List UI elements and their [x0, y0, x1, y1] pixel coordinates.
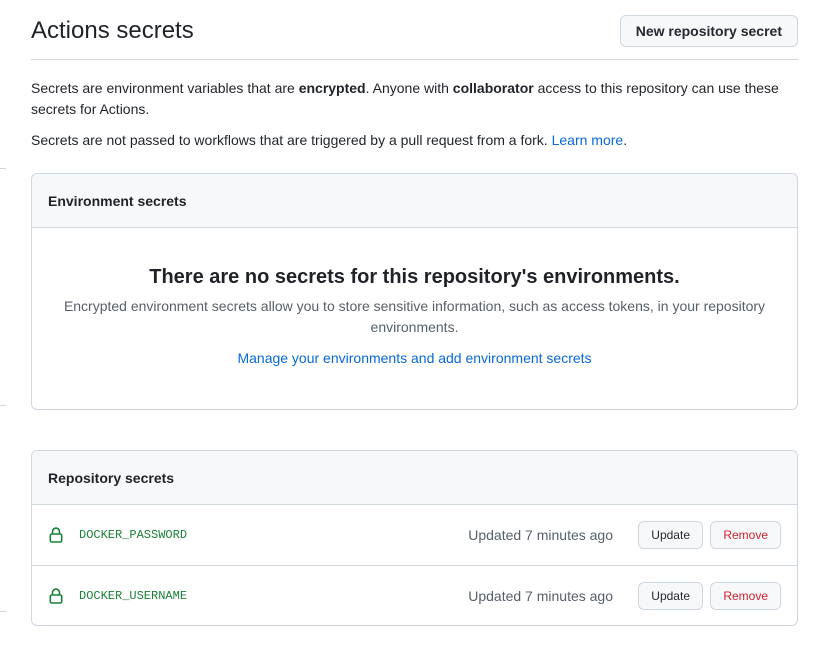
intro-text: Secrets are environment variables that a…: [31, 78, 781, 151]
secret-name: DOCKER_PASSWORD: [79, 528, 188, 542]
environment-secrets-box: Environment secrets There are no secrets…: [31, 173, 798, 410]
lock-icon: [49, 527, 63, 543]
intro-paragraph-encrypted: Secrets are environment variables that a…: [31, 78, 781, 120]
lock-icon: [49, 588, 63, 604]
new-repository-secret-button[interactable]: New repository secret: [619, 15, 798, 47]
secret-row: DOCKER_PASSWORD Updated 7 minutes ago Up…: [32, 505, 797, 565]
remove-secret-button[interactable]: Remove: [710, 521, 781, 549]
actions-secrets-page: Actions secrets New repository secret Se…: [0, 0, 821, 646]
sidebar-edge-divider: [0, 611, 6, 612]
secret-name: DOCKER_USERNAME: [79, 589, 188, 603]
update-secret-button[interactable]: Update: [638, 582, 703, 610]
learn-more-link[interactable]: Learn more: [552, 132, 624, 148]
intro-text-segment: .: [623, 132, 628, 148]
repository-secrets-box: Repository secrets DOCKER_PASSWORD Updat…: [31, 450, 798, 626]
intro-emphasis-encrypted: encrypted: [298, 80, 366, 96]
secret-row: DOCKER_USERNAME Updated 7 minutes ago Up…: [32, 565, 797, 625]
secret-updated-time: Updated 7 minutes ago: [468, 527, 613, 543]
intro-emphasis-collaborator: collaborator: [452, 80, 534, 96]
blankslate-title: There are no secrets for this repository…: [149, 266, 680, 288]
blankslate-description: Encrypted environment secrets allow you …: [63, 298, 766, 335]
intro-text-segment: Secrets are environment variables that a…: [31, 80, 299, 96]
environment-secrets-blankslate: There are no secrets for this repository…: [32, 228, 797, 369]
environment-secrets-header: Environment secrets: [32, 174, 797, 228]
intro-paragraph-fork: Secrets are not passed to workflows that…: [31, 130, 781, 151]
manage-environments-link[interactable]: Manage your environments and add environ…: [237, 348, 591, 369]
sidebar-edge-divider: [0, 405, 6, 406]
repository-secrets-header: Repository secrets: [32, 451, 797, 505]
page-header: Actions secrets New repository secret: [31, 14, 798, 60]
repository-secrets-list: DOCKER_PASSWORD Updated 7 minutes ago Up…: [32, 505, 797, 625]
intro-text-segment: Secrets are not passed to workflows that…: [31, 132, 552, 148]
intro-text-segment: . Anyone with: [365, 80, 453, 96]
update-secret-button[interactable]: Update: [638, 521, 703, 549]
page-title: Actions secrets: [31, 17, 194, 44]
remove-secret-button[interactable]: Remove: [710, 582, 781, 610]
sidebar-edge-divider: [0, 168, 6, 169]
secret-updated-time: Updated 7 minutes ago: [468, 588, 613, 604]
